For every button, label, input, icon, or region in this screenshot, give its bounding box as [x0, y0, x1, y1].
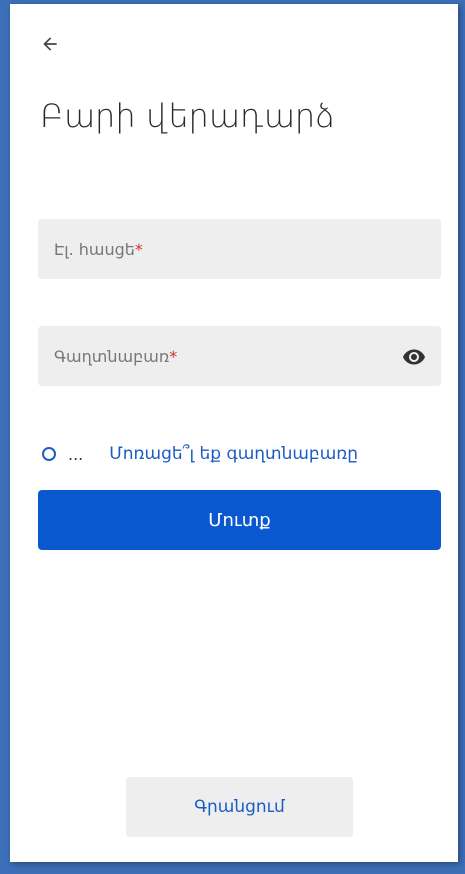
login-screen: Բարի վերադարձ Էլ. հասցե* Գաղտնաբառ* ... … [10, 4, 458, 862]
remember-me-radio[interactable] [42, 447, 56, 461]
email-placeholder: Էլ. հասցե* [54, 239, 143, 259]
toggle-password-visibility-button[interactable] [401, 344, 427, 370]
eye-icon [403, 349, 425, 365]
page-title: Բարի վերադարձ [40, 97, 335, 135]
email-field[interactable]: Էլ. հասցե* [38, 219, 441, 279]
forgot-password-link[interactable]: Մոռացե՞լ եք գաղտնաբառը [109, 444, 358, 464]
password-required-marker: * [169, 346, 178, 366]
window-frame: Բարի վերադարձ Էլ. հասցե* Գաղտնաբառ* ... … [0, 0, 465, 874]
login-button[interactable]: Մուտք [38, 490, 441, 550]
remember-me-label: ... [68, 444, 84, 464]
password-field[interactable]: Գաղտնաբառ* [38, 326, 441, 386]
register-button[interactable]: Գրանցում [126, 777, 353, 837]
password-placeholder: Գաղտնաբառ* [54, 346, 178, 366]
back-button[interactable] [36, 30, 64, 58]
arrow-left-icon [43, 37, 57, 51]
email-required-marker: * [134, 239, 143, 259]
remember-forgot-row: ... Մոռացե՞լ եք գաղտնաբառը [42, 440, 452, 468]
